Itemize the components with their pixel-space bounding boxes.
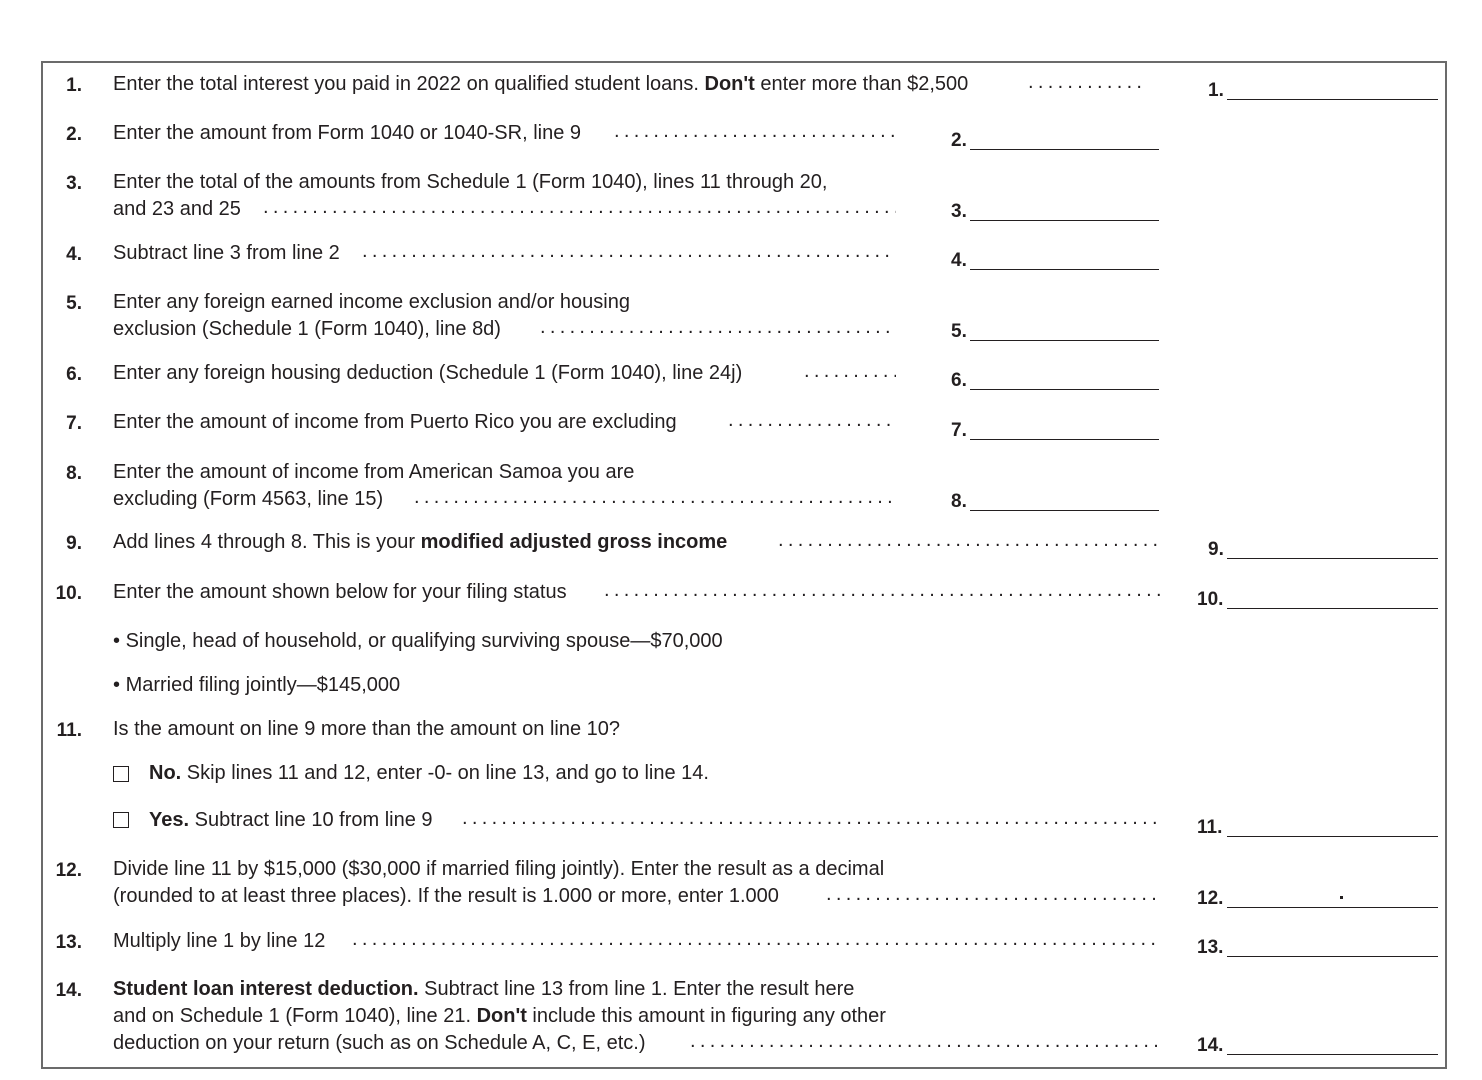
field-label: 8. xyxy=(951,491,967,512)
leader-dots: ............. xyxy=(804,360,896,382)
line-number: 4. xyxy=(66,244,82,265)
line-12-field[interactable]: 12. xyxy=(1197,888,1438,909)
line-number: 3. xyxy=(66,173,82,194)
line-3-field[interactable]: 3. xyxy=(951,201,1159,222)
entry-line xyxy=(1227,99,1438,100)
field-label: 7. xyxy=(951,420,967,441)
line-number: 13. xyxy=(55,932,82,953)
leader-dots: ........................................… xyxy=(778,529,1160,551)
line-8-field[interactable]: 8. xyxy=(951,491,1159,512)
field-label: 13. xyxy=(1197,937,1224,958)
leader-dots: ........................ xyxy=(728,409,896,431)
field-label: 6. xyxy=(951,370,967,391)
field-label: 10. xyxy=(1197,589,1224,610)
leader-dots: ........................................… xyxy=(826,883,1160,905)
entry-line xyxy=(970,220,1159,221)
line-number: 9. xyxy=(66,533,82,554)
line-14-text: Student loan interest deduction. Subtrac… xyxy=(113,978,855,1000)
line-12-text: Divide line 11 by $15,000 ($30,000 if ma… xyxy=(113,858,885,880)
leader-dots: ....................................... xyxy=(614,120,896,142)
line-11-text: Is the amount on line 9 more than the am… xyxy=(113,718,621,740)
field-label: 1. xyxy=(1208,80,1224,101)
line-5-text-cont: exclusion (Schedule 1 (Form 1040), line … xyxy=(113,318,501,340)
no-checkbox[interactable] xyxy=(113,766,129,782)
line-number: 14. xyxy=(55,980,82,1001)
line-12-text-cont: (rounded to at least three places). If t… xyxy=(113,885,779,907)
field-label: 5. xyxy=(951,321,967,342)
line-number: 12. xyxy=(55,860,82,881)
line-number: 7. xyxy=(66,413,82,434)
line-14-text-cont: and on Schedule 1 (Form 1040), line 21. … xyxy=(113,1005,886,1027)
leader-dots: ........................................… xyxy=(362,240,896,262)
entry-line xyxy=(1227,608,1438,609)
line-number: 11. xyxy=(56,720,82,741)
line-5-field[interactable]: 5. xyxy=(951,321,1159,342)
filing-status-bullet: • Married filing jointly—$145,000 xyxy=(113,674,401,696)
entry-line xyxy=(970,269,1159,270)
leader-dots: ........................................… xyxy=(690,1030,1160,1052)
line-8-text: Enter the amount of income from American… xyxy=(113,461,635,483)
leader-dots: ........................................… xyxy=(604,579,1160,601)
entry-line xyxy=(970,439,1159,440)
line-2-text: Enter the amount from Form 1040 or 1040-… xyxy=(113,122,582,144)
yes-checkbox[interactable] xyxy=(113,812,129,828)
line-7-text: Enter the amount of income from Puerto R… xyxy=(113,411,677,433)
line-6-text: Enter any foreign housing deduction (Sch… xyxy=(113,362,743,384)
entry-line xyxy=(1227,558,1438,559)
decimal-point xyxy=(1340,896,1343,899)
entry-line xyxy=(1227,1054,1438,1055)
line-number: 5. xyxy=(66,293,82,314)
field-label: 9. xyxy=(1208,539,1224,560)
line-number: 1. xyxy=(66,75,82,96)
line-1-field[interactable]: 1. xyxy=(1208,80,1438,101)
entry-line xyxy=(970,510,1159,511)
entry-line xyxy=(1227,956,1438,957)
line-14-text-cont2: deduction on your return (such as on Sch… xyxy=(113,1032,646,1054)
line-13-text: Multiply line 1 by line 12 xyxy=(113,930,326,952)
line-13-field[interactable]: 13. xyxy=(1197,937,1438,958)
line-1-text: Enter the total interest you paid in 202… xyxy=(113,73,969,95)
line-3-text-cont: and 23 and 25 xyxy=(113,198,241,220)
line-9-field[interactable]: 9. xyxy=(1208,539,1438,560)
field-label: 11. xyxy=(1197,817,1223,838)
line-5-text: Enter any foreign earned income exclusio… xyxy=(113,291,630,313)
entry-line xyxy=(1227,907,1438,908)
leader-dots: ............ xyxy=(1028,71,1147,93)
field-label: 2. xyxy=(951,130,967,151)
field-label: 4. xyxy=(951,250,967,271)
line-number: 10. xyxy=(55,583,82,604)
line-6-field[interactable]: 6. xyxy=(951,370,1159,391)
leader-dots: ........................................… xyxy=(352,928,1160,950)
leader-dots: ........................................… xyxy=(414,486,896,508)
leader-dots: ........................................… xyxy=(540,316,896,338)
no-option-label: No. Skip lines 11 and 12, enter -0- on l… xyxy=(149,762,709,784)
entry-line xyxy=(970,389,1159,390)
line-10-text: Enter the amount shown below for your fi… xyxy=(113,581,567,603)
entry-line xyxy=(970,340,1159,341)
line-2-field[interactable]: 2. xyxy=(951,130,1159,151)
line-3-text: Enter the total of the amounts from Sche… xyxy=(113,171,828,193)
field-label: 12. xyxy=(1197,888,1224,909)
line-7-field[interactable]: 7. xyxy=(951,420,1159,441)
line-number: 8. xyxy=(66,463,82,484)
entry-line xyxy=(1227,836,1438,837)
line-8-text-cont: excluding (Form 4563, line 15) xyxy=(113,488,384,510)
line-11-field[interactable]: 11. xyxy=(1197,817,1438,838)
leader-dots: ........................................… xyxy=(462,807,1160,829)
entry-line xyxy=(970,149,1159,150)
field-label: 3. xyxy=(951,201,967,222)
leader-dots: ........................................… xyxy=(263,196,896,218)
yes-option-label: Yes. Subtract line 10 from line 9 xyxy=(149,809,433,831)
line-number: 6. xyxy=(66,364,82,385)
line-9-text: Add lines 4 through 8. This is your modi… xyxy=(113,531,728,553)
line-4-text: Subtract line 3 from line 2 xyxy=(113,242,340,264)
filing-status-bullet: • Single, head of household, or qualifyi… xyxy=(113,630,723,652)
line-number: 2. xyxy=(66,124,82,145)
line-10-field[interactable]: 10. xyxy=(1197,589,1438,610)
field-label: 14. xyxy=(1197,1035,1224,1056)
line-4-field[interactable]: 4. xyxy=(951,250,1159,271)
line-14-field[interactable]: 14. xyxy=(1197,1035,1438,1056)
